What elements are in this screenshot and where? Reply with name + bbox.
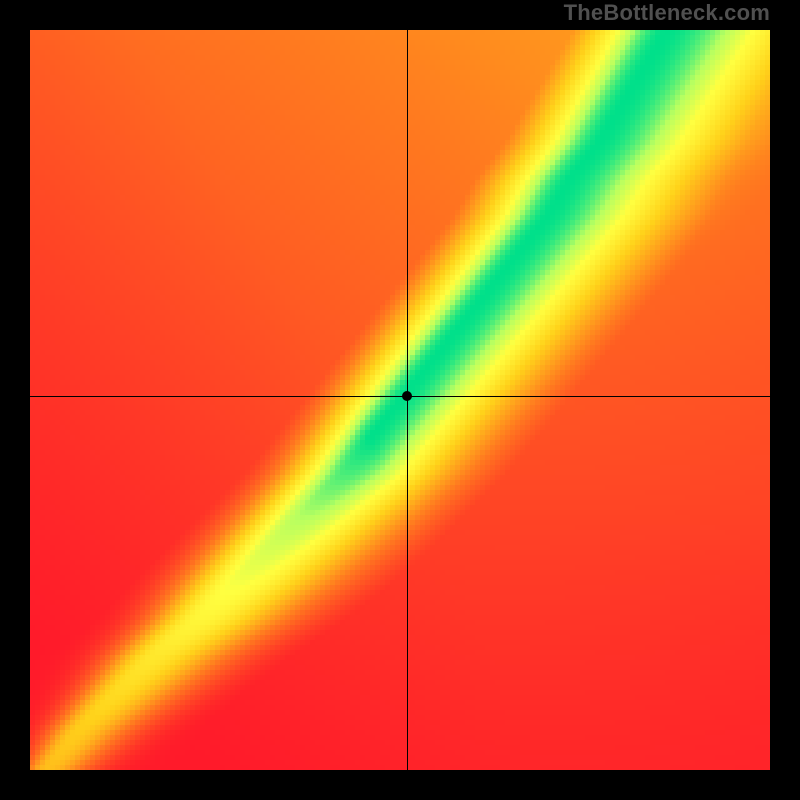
heatmap-canvas <box>30 30 770 770</box>
chart-frame: TheBottleneck.com <box>0 0 800 800</box>
watermark-text: TheBottleneck.com <box>564 0 770 26</box>
crosshair-horizontal <box>30 396 770 397</box>
heatmap-plot <box>30 30 770 770</box>
